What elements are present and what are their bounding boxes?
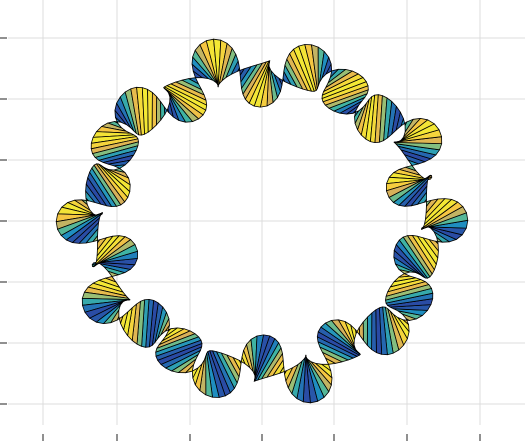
surface-facet bbox=[113, 164, 126, 169]
surface-facet bbox=[156, 96, 162, 126]
surface-facet bbox=[147, 89, 153, 133]
surface-facet bbox=[163, 106, 169, 115]
surface-facet bbox=[366, 312, 373, 350]
surface-facet bbox=[151, 92, 158, 130]
surface-facet bbox=[362, 316, 368, 346]
surface-facet bbox=[398, 273, 411, 278]
surface-plot bbox=[0, 0, 525, 441]
surface-facet bbox=[371, 309, 377, 354]
surface-facet bbox=[355, 327, 361, 336]
